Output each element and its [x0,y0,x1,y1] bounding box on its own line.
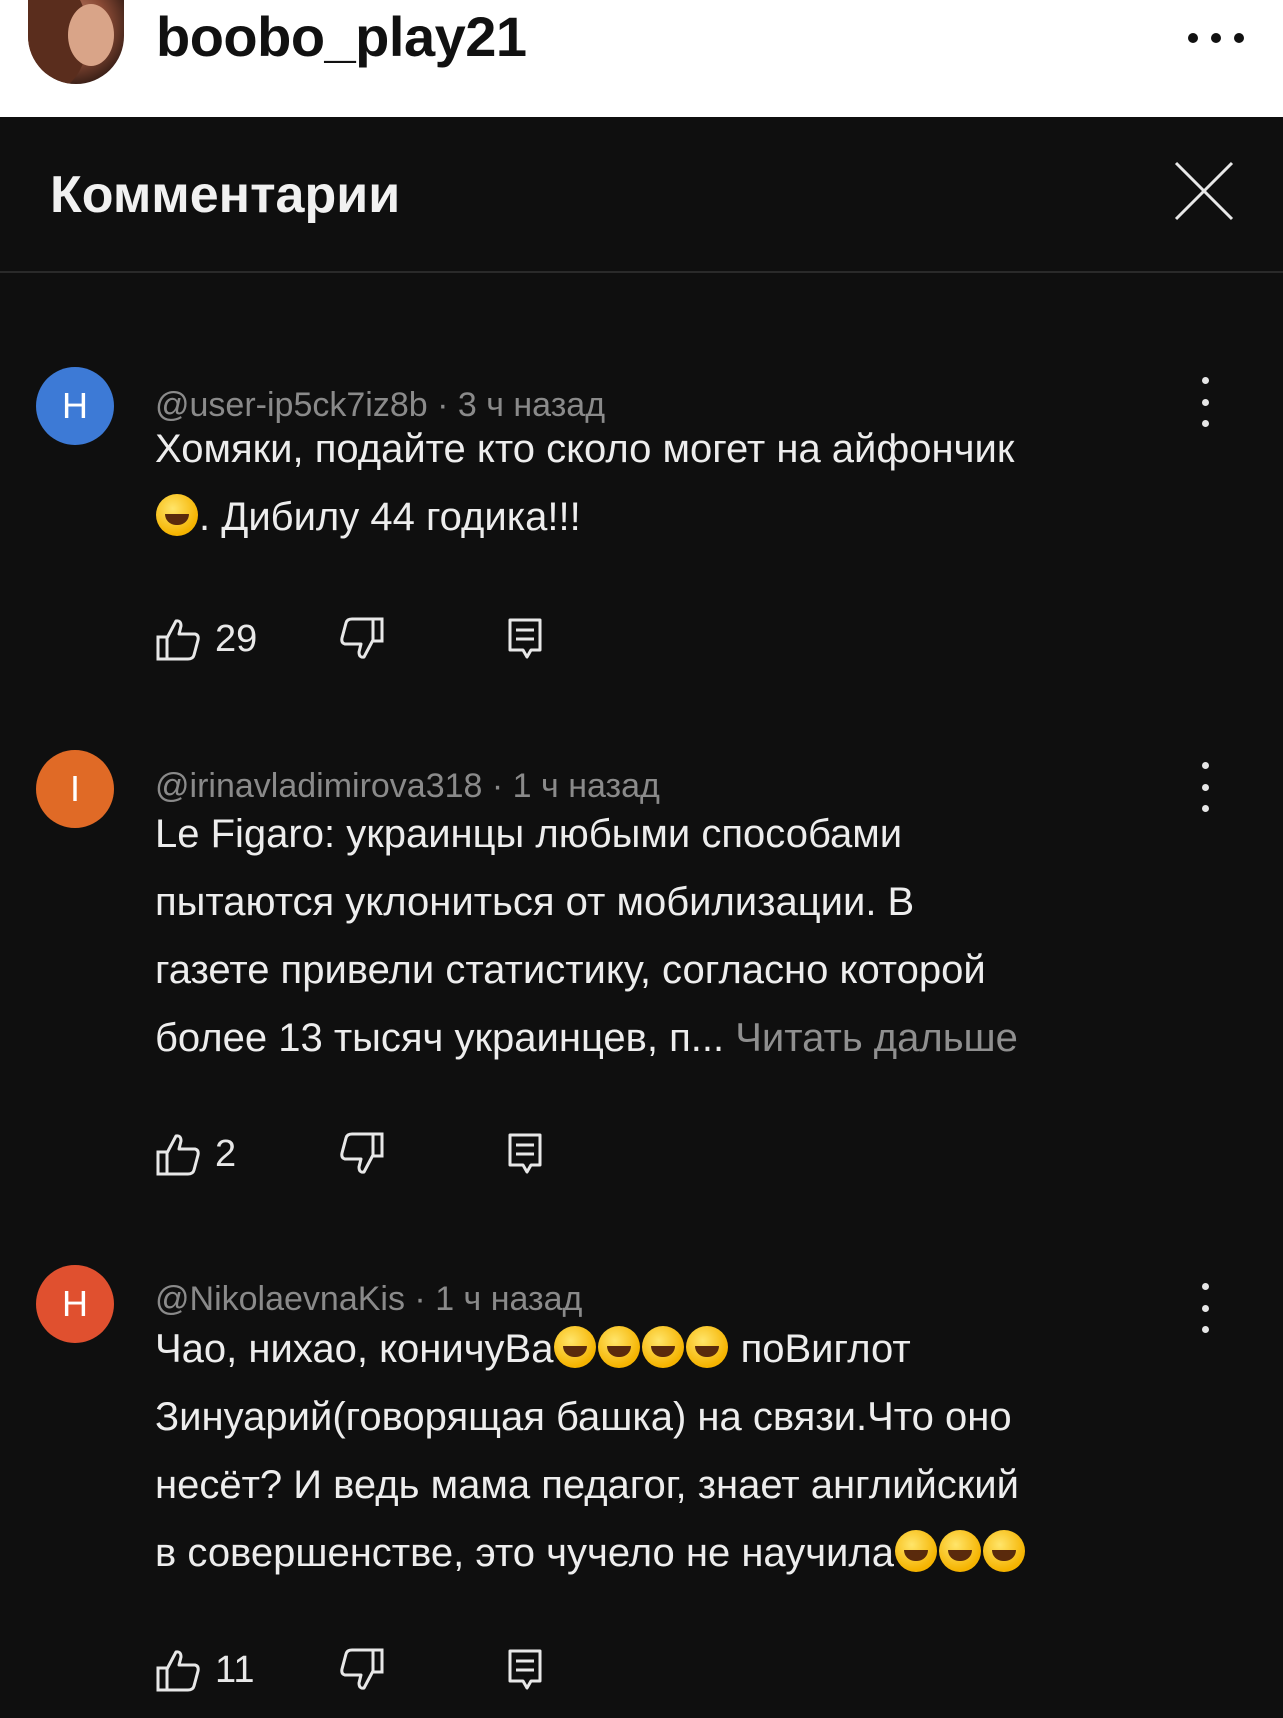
comments-title: Комментарии [50,166,401,224]
comment-line: в совершенстве, это чучело не научила [155,1519,1200,1587]
thumbs-down-icon [340,1648,384,1690]
comment-author[interactable]: @NikolaevnaKis [155,1280,405,1318]
reply-icon [508,1649,542,1690]
instagram-header: boobo_play21 [0,0,1283,117]
reply-button[interactable] [507,1126,543,1182]
comment-line: Le Figaro: украинцы любыми способами [155,812,903,856]
avatar[interactable]: H [36,367,114,445]
comment-line: газете привели статистику, согласно кото… [155,948,986,992]
more-options-icon[interactable] [1188,18,1244,58]
like-button[interactable]: 29 [155,611,257,667]
comment-text: Le Figaro: украинцы любыми способами пыт… [155,800,1200,1072]
avatar[interactable]: H [36,1265,114,1343]
dislike-button[interactable] [339,611,385,667]
thumbs-down-icon [340,617,384,659]
comment-line: Хомяки, подайте кто сколо могет на айфон… [155,427,1015,471]
comment-text: Чао, нихао, коничуВа поВиглот Зинуарий(г… [155,1315,1200,1587]
rofl-emoji-icon [686,1326,729,1368]
comment-time: 1 ч назад [435,1280,583,1318]
thumbs-up-icon [156,1134,200,1176]
rofl-emoji-icon [598,1326,641,1368]
reply-icon [508,1133,542,1174]
comment-actions: 29 [155,611,555,667]
reply-icon [508,618,542,659]
comment-line: пытаются уклониться от мобилизации. В [155,880,915,924]
dislike-button[interactable] [339,1642,385,1698]
profile-username[interactable]: boobo_play21 [156,2,527,72]
thumbs-down-icon [340,1132,384,1174]
rofl-emoji-icon [894,1530,937,1572]
reply-button[interactable] [507,611,543,667]
like-count: 2 [215,1132,237,1175]
like-count: 11 [215,1648,255,1691]
comments-panel: Комментарии H @user-ip5ck7iz8b · 3 ч наз… [0,117,1283,1718]
comment-actions: 11 [155,1642,555,1698]
rofl-emoji-icon [982,1530,1025,1572]
close-icon [1174,161,1234,221]
comment-line: Зинуарий(говорящая башка) на связи.Что о… [155,1395,1012,1439]
rofl-emoji-icon [642,1326,685,1368]
profile-avatar[interactable] [28,0,124,84]
like-count: 29 [215,617,258,660]
rofl-emoji-icon [938,1530,981,1572]
thumbs-up-icon [156,1650,200,1692]
read-more-link[interactable]: Читать дальше [735,1016,1018,1060]
like-button[interactable]: 2 [155,1126,236,1182]
comment-line: . Дибилу 44 годика!!! [155,483,1200,551]
laughing-emoji-icon [156,494,198,536]
rofl-emoji-icon [554,1326,597,1368]
comment-actions: 2 [155,1126,555,1182]
like-button[interactable]: 11 [155,1642,254,1698]
dislike-button[interactable] [339,1126,385,1182]
thumbs-up-icon [156,619,200,661]
comment-line: несёт? И ведь мама педагог, знает англий… [155,1463,1019,1507]
comment-text: Хомяки, подайте кто сколо могет на айфон… [155,415,1200,551]
comments-header: Комментарии [0,117,1283,273]
reply-button[interactable] [507,1642,543,1698]
close-button[interactable] [1172,159,1236,223]
comment-line: Чао, нихао, коничуВа поВиглот [155,1326,911,1371]
avatar-face [68,4,114,66]
comment-line: более 13 тысяч украинцев, п... Читать да… [155,1016,1018,1060]
avatar[interactable]: I [36,750,114,828]
